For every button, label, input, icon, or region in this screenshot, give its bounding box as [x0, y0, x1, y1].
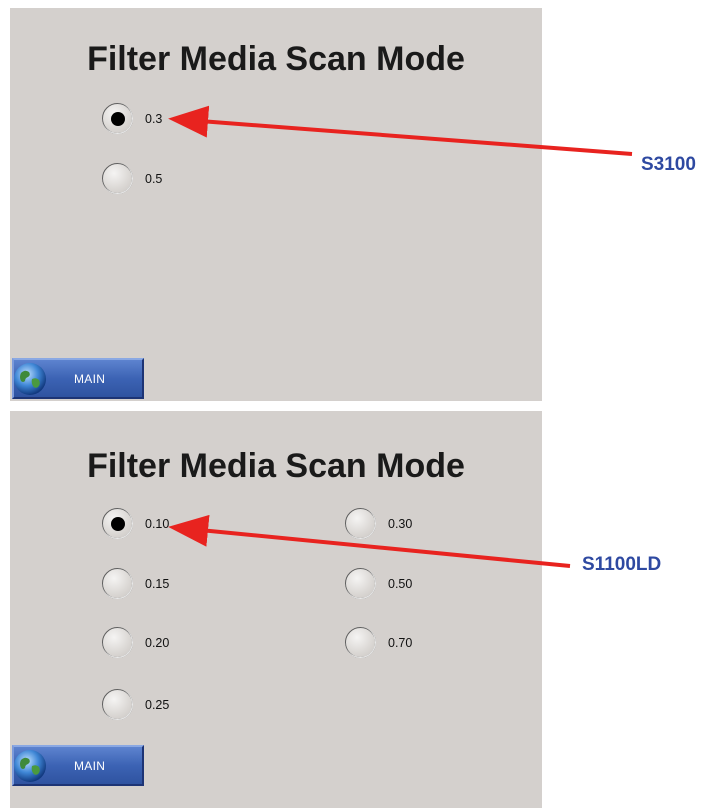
radio-option-0-50[interactable]: 0.50	[345, 568, 412, 599]
globe-icon	[14, 362, 46, 395]
page-title: Filter Media Scan Mode	[87, 447, 465, 485]
radio-label: 0.5	[145, 171, 163, 186]
radio-option-0-5[interactable]: 0.5	[102, 163, 162, 194]
radio-label: 0.15	[145, 576, 170, 591]
radio-label: 0.70	[388, 635, 413, 650]
radio-option-0-70[interactable]: 0.70	[345, 627, 412, 658]
radio-selected-dot	[110, 111, 125, 126]
radio-label: 0.50	[388, 576, 413, 591]
radio-label: 0.30	[388, 516, 413, 531]
radio-circle[interactable]	[102, 627, 133, 658]
radio-selected-dot	[110, 516, 125, 531]
radio-circle[interactable]	[102, 689, 133, 720]
callout-label-s3100: S3100	[641, 154, 696, 175]
main-button-label: MAIN	[74, 758, 106, 773]
radio-option-0-3[interactable]: 0.3	[102, 103, 162, 134]
radio-circle[interactable]	[345, 627, 376, 658]
radio-circle[interactable]	[345, 568, 376, 599]
radio-circle[interactable]	[102, 163, 133, 194]
globe-icon	[14, 749, 46, 782]
radio-circle[interactable]	[102, 103, 133, 134]
radio-option-0-30[interactable]: 0.30	[345, 508, 412, 539]
main-button[interactable]: MAIN	[12, 358, 144, 399]
radio-circle[interactable]	[102, 568, 133, 599]
main-button-label: MAIN	[74, 371, 106, 386]
radio-option-0-20[interactable]: 0.20	[102, 627, 169, 658]
radio-circle[interactable]	[345, 508, 376, 539]
radio-label: 0.10	[145, 516, 170, 531]
radio-option-0-25[interactable]: 0.25	[102, 689, 169, 720]
radio-circle[interactable]	[102, 508, 133, 539]
page-title: Filter Media Scan Mode	[87, 40, 465, 78]
screen-panel-s3100: Filter Media Scan Mode 0.3 0.5 MAIN	[10, 8, 542, 401]
callout-label-s1100ld: S1100LD	[582, 554, 662, 575]
radio-label: 0.20	[145, 635, 170, 650]
radio-option-0-10[interactable]: 0.10	[102, 508, 169, 539]
radio-label: 0.25	[145, 697, 170, 712]
main-button[interactable]: MAIN	[12, 745, 144, 786]
screen-panel-s1100ld: Filter Media Scan Mode 0.10 0.15 0.20 0.…	[10, 411, 542, 808]
radio-label: 0.3	[145, 111, 163, 126]
radio-option-0-15[interactable]: 0.15	[102, 568, 169, 599]
